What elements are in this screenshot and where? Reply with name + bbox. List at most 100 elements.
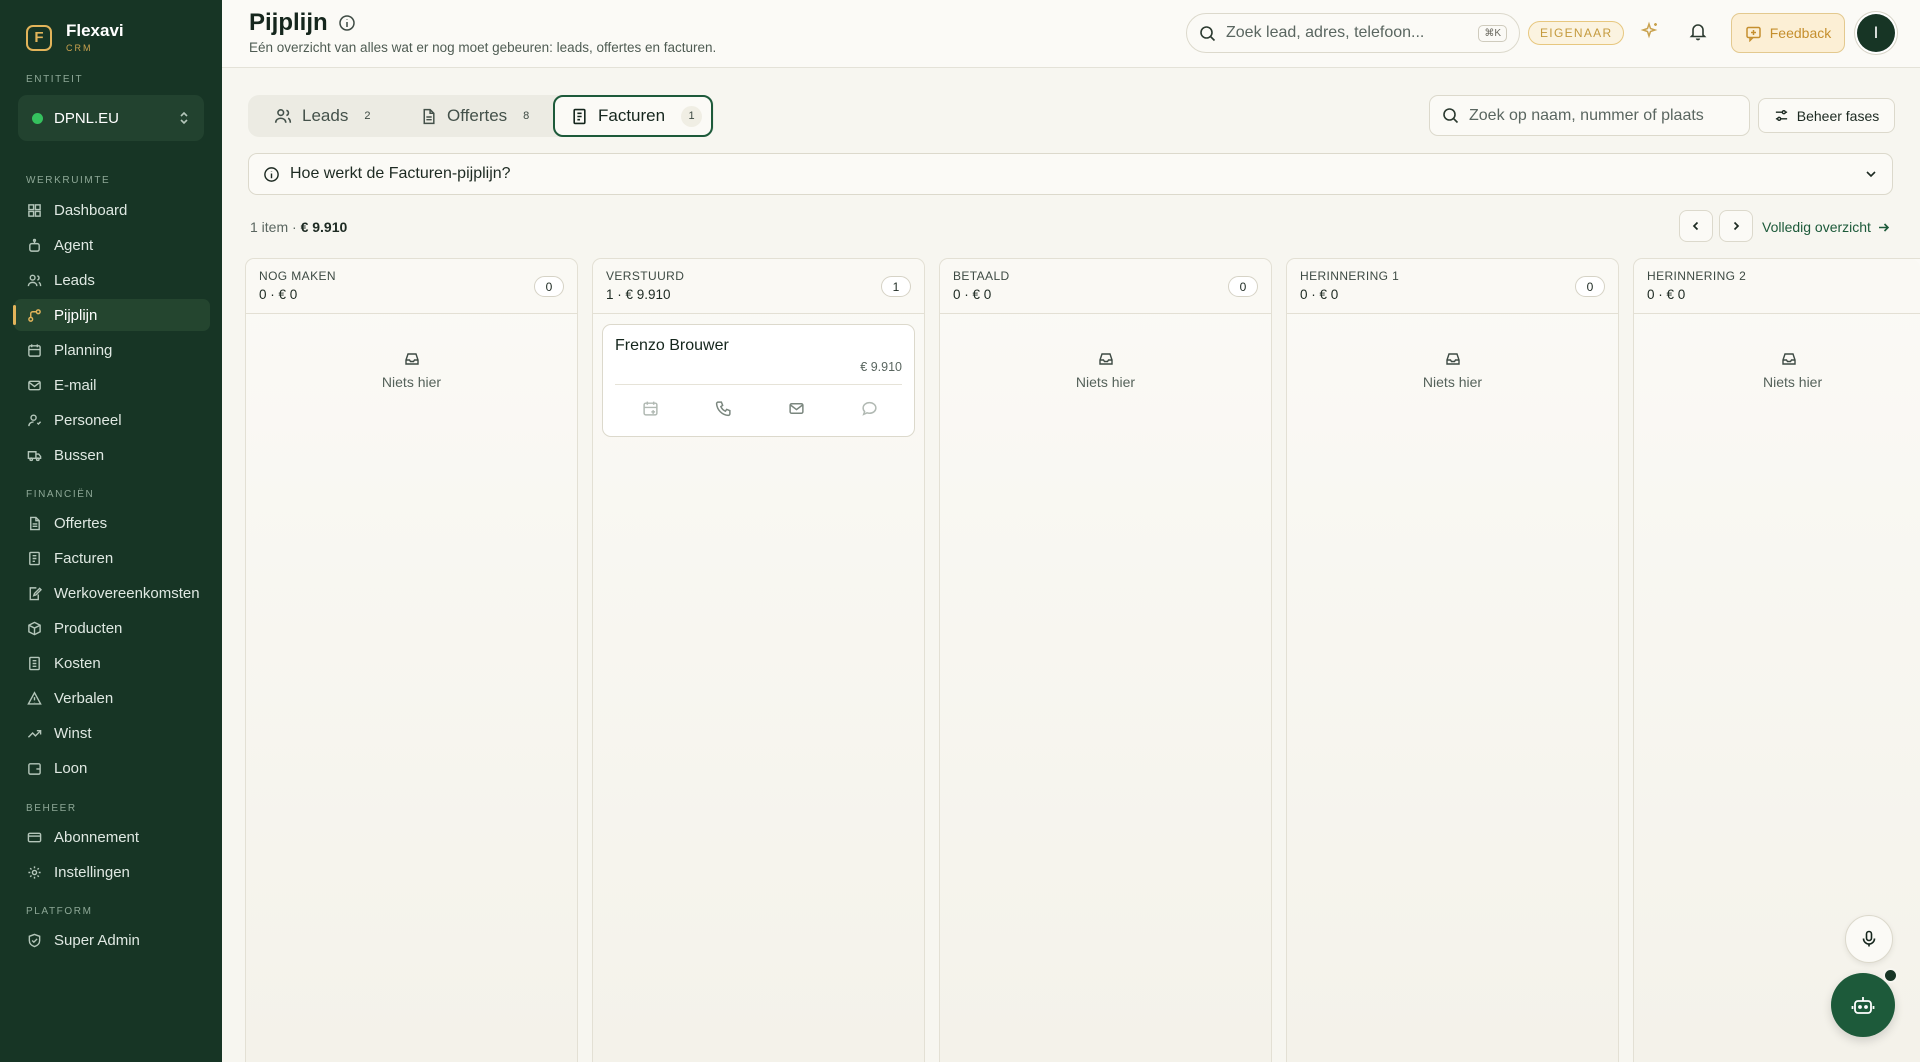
sidebar-item-pijplijn[interactable]: Pijplijn	[13, 299, 210, 331]
microphone-icon	[1860, 930, 1878, 948]
inbox-icon	[1444, 350, 1462, 368]
calendar-add-icon[interactable]	[642, 400, 659, 417]
sidebar-item-label: Leads	[54, 271, 95, 289]
sidebar-item-leads[interactable]: Leads	[14, 264, 210, 296]
sidebar-item-werkovereenkomsten[interactable]: Werkovereenkomsten	[14, 577, 210, 609]
shield-icon	[27, 933, 42, 948]
mail-icon[interactable]	[788, 400, 805, 417]
tab-offertes[interactable]: Offertes 8	[420, 95, 540, 137]
help-text: Hoe werkt de Facturen-pijplijn?	[290, 165, 511, 182]
sidebar-item-label: Super Admin	[54, 931, 140, 949]
tab-leads[interactable]: Leads 2	[274, 95, 384, 137]
sidebar-item-winst[interactable]: Winst	[14, 717, 210, 749]
column-header: VERSTUURD 1 · € 9.910 1	[593, 259, 924, 314]
full-overview-link[interactable]: Volledig overzicht	[1762, 219, 1890, 235]
global-search-input[interactable]: Zoek lead, adres, telefoon... ⌘K	[1186, 13, 1520, 53]
assistant-button[interactable]	[1831, 973, 1895, 1037]
sidebar-item-label: Planning	[54, 341, 113, 359]
staff-icon	[27, 413, 42, 428]
sidebar-item-agent[interactable]: Agent	[14, 229, 210, 261]
sidebar-item-planning[interactable]: Planning	[14, 334, 210, 366]
sidebar-item-loon[interactable]: Loon	[14, 752, 210, 784]
sidebar-item-abonnement[interactable]: Abonnement	[14, 821, 210, 853]
sidebar-item-label: Kosten	[54, 654, 101, 672]
voice-input-button[interactable]	[1845, 915, 1893, 963]
users-icon	[274, 107, 292, 125]
pipeline-column: NOG MAKEN 0 · € 0 0 Niets hier	[245, 258, 578, 1062]
sidebar-item-email[interactable]: E-mail	[14, 369, 210, 401]
chevron-updown-icon	[178, 111, 190, 125]
sidebar-item-label: Agent	[54, 236, 94, 254]
settings-icon	[27, 865, 42, 880]
card-customer-name: Frenzo Brouwer	[615, 337, 729, 354]
receipt-icon	[27, 656, 42, 671]
sidebar-item-bussen[interactable]: Bussen	[14, 439, 210, 471]
column-title: NOG MAKEN	[259, 269, 336, 283]
feedback-label: Feedback	[1769, 25, 1832, 41]
manage-phases-button[interactable]: Beheer fases	[1758, 98, 1895, 133]
robot-icon	[27, 238, 42, 253]
role-badge: EIGENAAR	[1528, 21, 1625, 45]
tab-offertes-count: 8	[523, 110, 530, 122]
pipeline-column: BETAALD 0 · € 0 0 Niets hier	[939, 258, 1272, 1062]
tab-facturen-label: Facturen	[598, 106, 666, 125]
empty-text: Niets hier	[1422, 374, 1483, 390]
scroll-left-button[interactable]	[1679, 210, 1713, 242]
chevron-down-icon	[1864, 167, 1878, 181]
empty-state: Niets hier	[940, 350, 1271, 390]
column-stats: 0 · € 0	[1300, 287, 1339, 302]
page-subtitle: Eén overzicht van alles wat er nog moet …	[249, 40, 717, 55]
sidebar-item-label: Bussen	[54, 446, 105, 464]
sidebar-item-label: E-mail	[54, 376, 97, 394]
sidebar-item-label: Verbalen	[54, 689, 114, 707]
empty-text: Niets hier	[1763, 374, 1823, 390]
pipeline-search-input[interactable]: Zoek op naam, nummer of plaats	[1429, 95, 1750, 136]
agreement-icon	[27, 586, 42, 601]
invoice-card[interactable]: Frenzo Brouwer € 9.910	[602, 324, 915, 437]
assistant-status-dot	[1883, 968, 1898, 983]
wallet-icon	[27, 761, 42, 776]
sidebar-item-super-admin[interactable]: Super Admin	[14, 924, 210, 956]
sidebar-item-personeel[interactable]: Personeel	[14, 404, 210, 436]
sidebar-item-producten[interactable]: Producten	[14, 612, 210, 644]
empty-state: Niets hier	[1634, 350, 1920, 390]
page-title: Pijplijn	[249, 9, 328, 36]
sidebar-item-kosten[interactable]: Kosten	[14, 647, 210, 679]
sidebar-item-dashboard[interactable]: Dashboard	[14, 194, 210, 226]
dashboard-icon	[27, 203, 42, 218]
phone-icon[interactable]	[715, 400, 732, 417]
sparkles-icon[interactable]	[1640, 21, 1660, 41]
tab-facturen-count: 1	[681, 105, 703, 127]
user-avatar[interactable]: I	[1857, 14, 1895, 52]
pipeline-help-accordion[interactable]: Hoe werkt de Facturen-pijplijn?	[248, 153, 1893, 195]
sidebar-item-label: Facturen	[54, 549, 114, 567]
sidebar-item-label: Abonnement	[54, 828, 140, 846]
trending-up-icon	[27, 726, 42, 741]
sidebar-item-facturen[interactable]: Facturen	[14, 542, 210, 574]
tab-facturen[interactable]: Facturen 1	[553, 95, 713, 137]
full-overview-label: Volledig overzicht	[1762, 219, 1871, 235]
invoice-icon	[571, 108, 588, 125]
info-icon	[263, 166, 280, 183]
notifications-bell-icon[interactable]	[1688, 21, 1708, 41]
search-icon	[1442, 107, 1459, 124]
pipeline-column: HERINNERING 1 0 · € 0 0 Niets hier	[1286, 258, 1619, 1062]
feedback-button[interactable]: Feedback	[1731, 13, 1845, 53]
info-icon[interactable]	[338, 14, 356, 32]
sidebar-item-label: Dashboard	[54, 201, 128, 219]
finance-section-label: FINANCIËN	[26, 489, 95, 500]
entity-selector[interactable]: DPNL.EU	[18, 95, 204, 141]
global-search-placeholder: Zoek lead, adres, telefoon...	[1226, 24, 1425, 41]
sidebar-item-instellingen[interactable]: Instellingen	[14, 856, 210, 888]
pipeline-icon	[27, 308, 42, 323]
column-count-badge: 1	[881, 276, 911, 297]
brand[interactable]: F Flexavi CRM	[26, 22, 124, 53]
sidebar-item-verbalen[interactable]: Verbalen	[14, 682, 210, 714]
sidebar-item-label: Winst	[54, 724, 92, 742]
sidebar-item-offertes[interactable]: Offertes	[14, 507, 210, 539]
chat-icon[interactable]	[861, 400, 878, 417]
sidebar-item-label: Offertes	[54, 514, 108, 532]
tab-leads-label: Leads	[302, 106, 349, 125]
scroll-right-button[interactable]	[1719, 210, 1753, 242]
empty-text: Niets hier	[381, 374, 442, 390]
